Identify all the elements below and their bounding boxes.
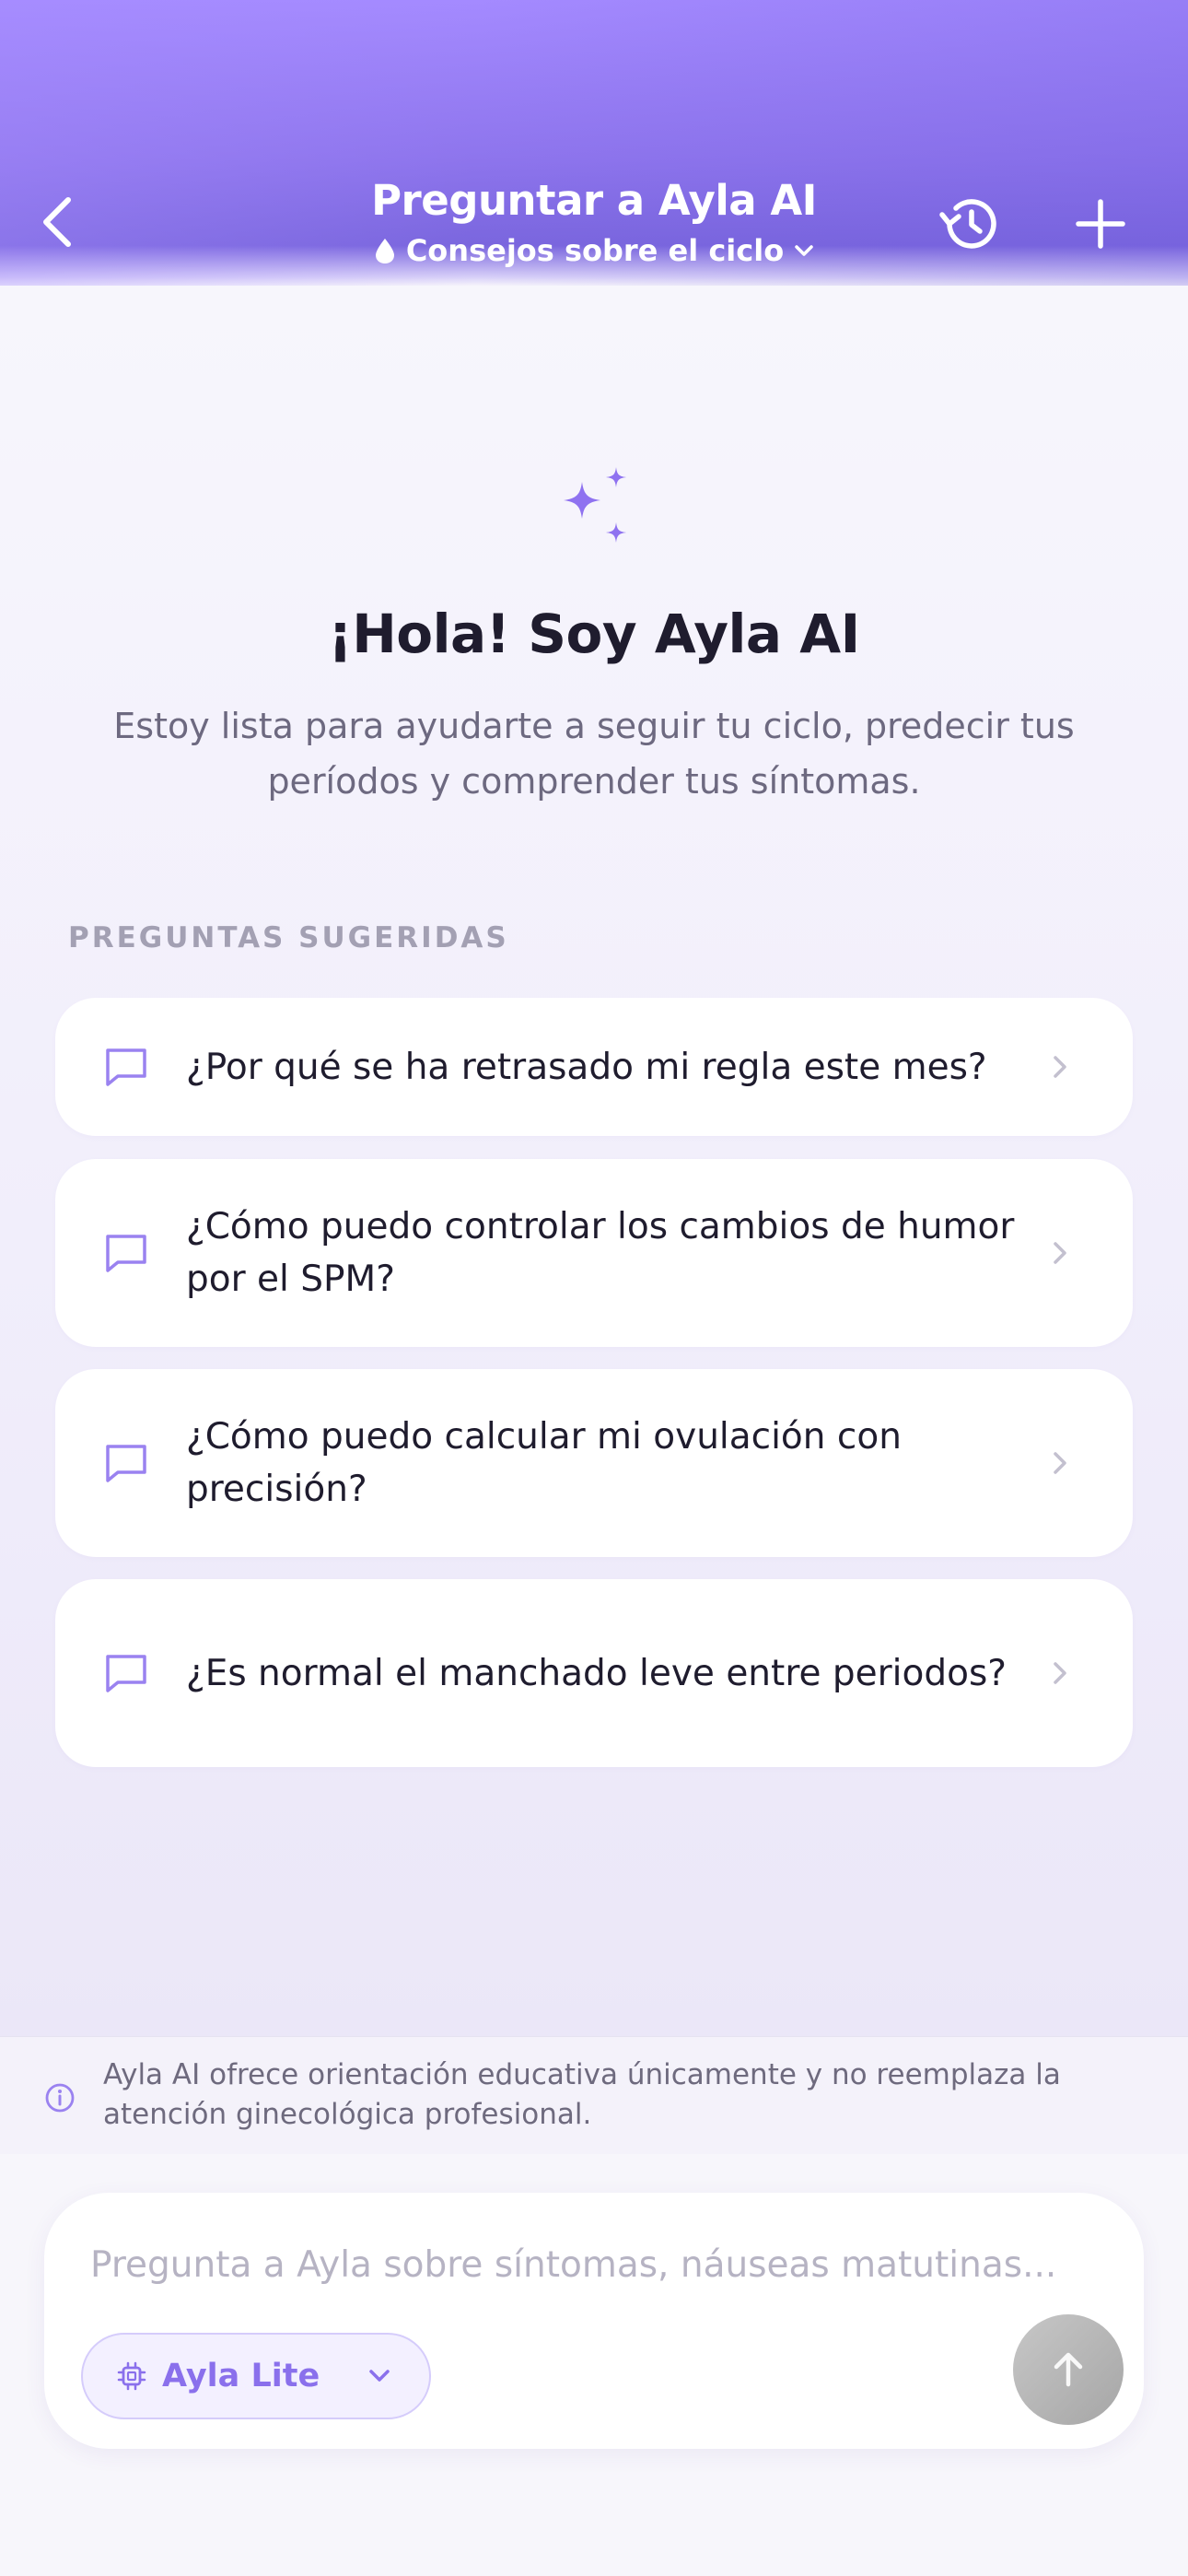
header: Preguntar a Ayla AI Consejos sobre el ci…: [0, 0, 1188, 286]
chat-bubble-icon: [106, 1655, 146, 1692]
new-chat-button[interactable]: [1064, 189, 1137, 259]
message-composer: Ayla Lite: [44, 2193, 1144, 2449]
greeting-intro: Estoy lista para ayudarte a seguir tu ci…: [113, 706, 1075, 802]
message-input[interactable]: [90, 2228, 1103, 2301]
chevron-down-icon: [795, 245, 813, 256]
chat-bubble-icon: [106, 1048, 146, 1086]
topic-label: Consejos sobre el ciclo: [405, 233, 785, 268]
suggestion-card-2[interactable]: ¿Cómo puedo controlar los cambios de hum…: [55, 1159, 1133, 1347]
header-title-group: Preguntar a Ayla AI Consejos sobre el ci…: [318, 173, 870, 271]
chevron-left-icon: [43, 197, 71, 247]
sparkles-icon: [564, 467, 626, 543]
page-title: Preguntar a Ayla AI: [371, 176, 817, 225]
drop-icon: [375, 239, 394, 263]
chat-bubble-icon: [106, 1235, 146, 1272]
info-icon: [45, 2083, 75, 2113]
suggestion-card-3[interactable]: ¿Cómo puedo calcular mi ovulación con pr…: [55, 1369, 1133, 1557]
disclaimer-text: Ayla AI ofrece orientación educativa úni…: [103, 2058, 1061, 2131]
suggestion-text: ¿Por qué se ha retrasado mi regla este m…: [186, 1046, 987, 1088]
greeting-heading: ¡Hola! Soy Ayla AI: [328, 603, 860, 665]
suggestion-card-1[interactable]: ¿Por qué se ha retrasado mi regla este m…: [55, 998, 1133, 1136]
topic-selector[interactable]: Consejos sobre el ciclo: [373, 230, 815, 271]
chevron-right-icon: [1054, 1452, 1066, 1474]
chevron-down-icon: [369, 2370, 390, 2382]
suggestions-label: PREGUNTAS SUGERIDAS: [68, 921, 509, 954]
plus-icon: [1076, 199, 1125, 249]
arrow-up-icon: [1054, 2352, 1083, 2387]
model-label: Ayla Lite: [162, 2358, 320, 2395]
chat-bubble-icon: [106, 1445, 146, 1482]
history-icon: [939, 199, 996, 249]
suggestion-card-4[interactable]: ¿Es normal el manchado leve entre period…: [55, 1579, 1133, 1767]
suggestion-text: ¿Cómo puedo calcular mi ovulación con pr…: [186, 1416, 902, 1510]
chevron-right-icon: [1054, 1662, 1066, 1684]
suggestion-text: ¿Cómo puedo controlar los cambios de hum…: [186, 1206, 1015, 1300]
suggestion-text: ¿Es normal el manchado leve entre period…: [186, 1652, 1007, 1694]
history-button[interactable]: [930, 189, 1006, 259]
send-button[interactable]: [1013, 2314, 1124, 2425]
chevron-right-icon: [1054, 1056, 1066, 1078]
chip-icon: [117, 2361, 146, 2391]
back-button[interactable]: [28, 184, 87, 260]
model-selector[interactable]: Ayla Lite: [81, 2333, 431, 2419]
disclaimer-banner: Ayla AI ofrece orientación educativa úni…: [0, 2036, 1188, 2154]
chevron-right-icon: [1054, 1242, 1066, 1264]
